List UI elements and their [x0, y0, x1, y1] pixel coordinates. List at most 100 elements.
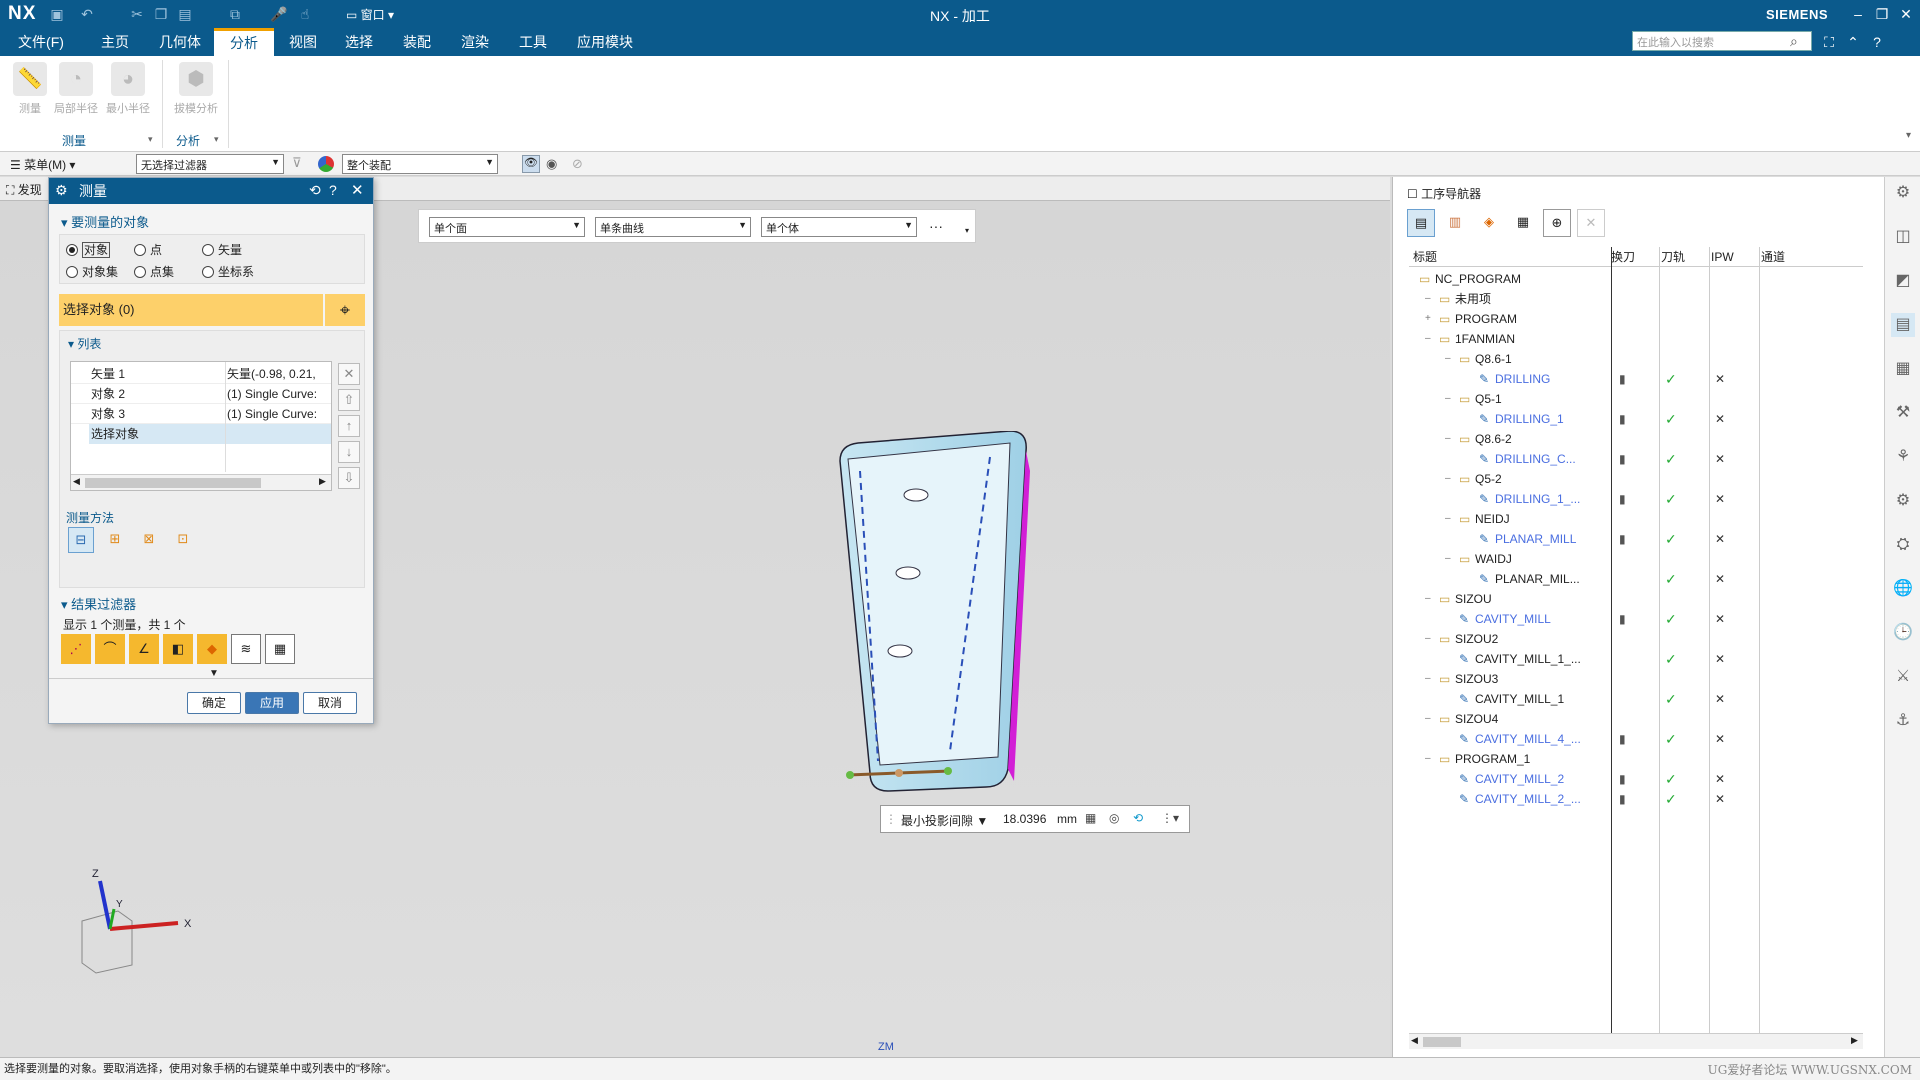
expand-toggle-icon[interactable]: +: [1425, 309, 1431, 329]
view-triad[interactable]: Z X Y: [70, 861, 210, 981]
expand-toggle-icon[interactable]: –: [1445, 509, 1451, 529]
remove-icon[interactable]: ✕: [338, 363, 360, 385]
section-objects[interactable]: ▾ 要测量的对象: [61, 212, 149, 231]
help-icon[interactable]: ?: [1866, 31, 1888, 53]
list-item[interactable]: 对象 3 (1) Single Curve:: [71, 404, 331, 424]
move-down-icon[interactable]: ↓: [338, 441, 360, 463]
method-view-icon[interactable]: ▦: [1509, 209, 1537, 237]
settings-icon[interactable]: ⚙: [1891, 181, 1915, 205]
scrollbar-thumb[interactable]: [1423, 1037, 1461, 1047]
copy-result-icon[interactable]: ▦: [1085, 811, 1096, 825]
assembly-navigator-icon[interactable]: ◩: [1891, 269, 1915, 293]
draft-analysis-button[interactable]: ⬢ 拔模分析: [170, 62, 222, 122]
search-input[interactable]: 在此输入以搜索: [1632, 31, 1812, 51]
filter-curve-icon[interactable]: ⌒: [95, 634, 125, 664]
group-analysis-dropdown-icon[interactable]: ▾: [214, 134, 219, 145]
tree-row[interactable]: – ▭ SIZOU3: [1409, 669, 1879, 689]
tree-row[interactable]: – ▭ 1FANMIAN: [1409, 329, 1879, 349]
expand-toggle-icon[interactable]: –: [1425, 749, 1431, 769]
move-up-icon[interactable]: ↑: [338, 415, 360, 437]
web-browser-icon[interactable]: 🌐: [1891, 577, 1915, 601]
menu-applications[interactable]: 应用模块: [574, 28, 636, 56]
expand-toggle-icon[interactable]: –: [1445, 349, 1451, 369]
tree-row[interactable]: ✎ DRILLING_1_... ▮ ✓ ✕: [1409, 489, 1879, 509]
move-top-icon[interactable]: ⇧: [338, 389, 360, 411]
menu-select[interactable]: 选择: [338, 28, 380, 56]
part-model[interactable]: [830, 431, 1050, 811]
expand-toggle-icon[interactable]: –: [1425, 629, 1431, 649]
color-filter-icon[interactable]: [318, 156, 334, 172]
expand-toggle-icon[interactable]: –: [1425, 589, 1431, 609]
tree-row[interactable]: – ▭ 未用项: [1409, 289, 1879, 309]
geometry-view-icon[interactable]: ◈: [1475, 209, 1503, 237]
tree-row[interactable]: – ▭ Q5-1: [1409, 389, 1879, 409]
system-materials-icon[interactable]: ⚓: [1891, 709, 1915, 733]
tree-row[interactable]: ✎ CAVITY_MILL_1 ✓ ✕: [1409, 689, 1879, 709]
menu-view[interactable]: 视图: [282, 28, 324, 56]
create-operation-icon[interactable]: ⊕: [1543, 209, 1571, 237]
disabled-filter-icon[interactable]: ⊘: [572, 156, 583, 172]
tree-row[interactable]: ✎ CAVITY_MILL_2_... ▮ ✓ ✕: [1409, 789, 1879, 809]
section-result-filter[interactable]: ▾ 结果过滤器: [61, 594, 136, 613]
select-objects-row[interactable]: 选择对象 (0): [59, 294, 323, 326]
expand-toggle-icon[interactable]: –: [1445, 549, 1451, 569]
tree-row[interactable]: ▭ NC_PROGRAM: [1409, 269, 1879, 289]
show-info-icon[interactable]: ◎: [1109, 811, 1119, 825]
expand-toggle-icon[interactable]: –: [1445, 429, 1451, 449]
machine-tool-view-icon[interactable]: ▥: [1441, 209, 1469, 237]
horizontal-scrollbar[interactable]: ◀ ▶: [71, 474, 331, 490]
filter-clearance-icon[interactable]: ≋: [231, 634, 261, 664]
radio-point[interactable]: 点: [134, 241, 162, 258]
expand-toggle-icon[interactable]: –: [1425, 709, 1431, 729]
radio-point-set[interactable]: 点集: [134, 263, 174, 280]
constraint-navigator-icon[interactable]: ⚙: [1891, 489, 1915, 513]
expand-toggle-icon[interactable]: –: [1445, 389, 1451, 409]
menu-button[interactable]: ☰ 菜单(M) ▾: [10, 156, 75, 173]
search-icon[interactable]: ⌕: [1790, 33, 1798, 50]
delete-operation-icon[interactable]: ✕: [1577, 209, 1605, 237]
expand-toggle-icon[interactable]: –: [1445, 469, 1451, 489]
col-channel[interactable]: 通道: [1761, 247, 1785, 267]
expand-toggle-icon[interactable]: –: [1425, 329, 1431, 349]
tree-row[interactable]: – ▭ SIZOU: [1409, 589, 1879, 609]
scroll-right-icon[interactable]: ▶: [1851, 1035, 1858, 1046]
col-tool-change[interactable]: 换刀: [1611, 247, 1635, 267]
reset-icon[interactable]: ⟲: [309, 182, 321, 199]
list-item[interactable]: 对象 2 (1) Single Curve:: [71, 384, 331, 404]
method-length-icon[interactable]: ⊡: [170, 527, 196, 553]
tree-row[interactable]: – ▭ PROGRAM_1: [1409, 749, 1879, 769]
role-icon[interactable]: ⚔: [1891, 665, 1915, 689]
scroll-left-icon[interactable]: ◀: [1411, 1035, 1418, 1046]
tree-row[interactable]: – ▭ SIZOU4: [1409, 709, 1879, 729]
eye-icon[interactable]: ◉: [546, 156, 557, 172]
group-measure-dropdown-icon[interactable]: ▾: [148, 134, 153, 145]
measure-handle[interactable]: [895, 769, 903, 777]
machining-feature-icon[interactable]: ⚒: [1891, 401, 1915, 425]
restore-button[interactable]: ❐: [1870, 3, 1894, 25]
list-item[interactable]: 选择对象: [89, 424, 331, 444]
apply-button[interactable]: 应用: [245, 692, 299, 714]
measure-button[interactable]: 📏 测量: [4, 62, 56, 122]
fullscreen-icon[interactable]: ⛶: [1818, 31, 1840, 53]
reuse-library-icon[interactable]: ⚘: [1891, 445, 1915, 469]
cancel-button[interactable]: 取消: [303, 692, 357, 714]
pin-icon[interactable]: ☐: [1407, 187, 1421, 201]
local-radius-button[interactable]: ◔ 局部半径: [50, 62, 102, 122]
menu-geometry[interactable]: 几何体: [152, 28, 208, 56]
list-toggle[interactable]: ▾ 列表: [68, 335, 101, 352]
filter-distance-icon[interactable]: ⋰: [61, 634, 91, 664]
tree-row[interactable]: + ▭ PROGRAM: [1409, 309, 1879, 329]
menu-analysis[interactable]: 分析: [214, 28, 274, 56]
close-button[interactable]: ✕: [1894, 3, 1918, 25]
min-radius-button[interactable]: ◕ 最小半径: [102, 62, 154, 122]
tree-row[interactable]: – ▭ Q8.6-1: [1409, 349, 1879, 369]
tree-row[interactable]: ✎ PLANAR_MILL ▮ ✓ ✕: [1409, 529, 1879, 549]
tree-row[interactable]: – ▭ Q8.6-2: [1409, 429, 1879, 449]
filter-settings-icon[interactable]: ▦: [265, 634, 295, 664]
scope-combo[interactable]: 整个装配 ▼: [342, 154, 498, 174]
filter-area-icon[interactable]: ◧: [163, 634, 193, 664]
col-title[interactable]: 标题: [1413, 247, 1437, 267]
curve-rule-combo[interactable]: 单条曲线 ▼: [595, 217, 751, 237]
col-toolpath[interactable]: 刀轨: [1661, 247, 1685, 267]
scroll-left-icon[interactable]: ◀: [73, 476, 80, 487]
